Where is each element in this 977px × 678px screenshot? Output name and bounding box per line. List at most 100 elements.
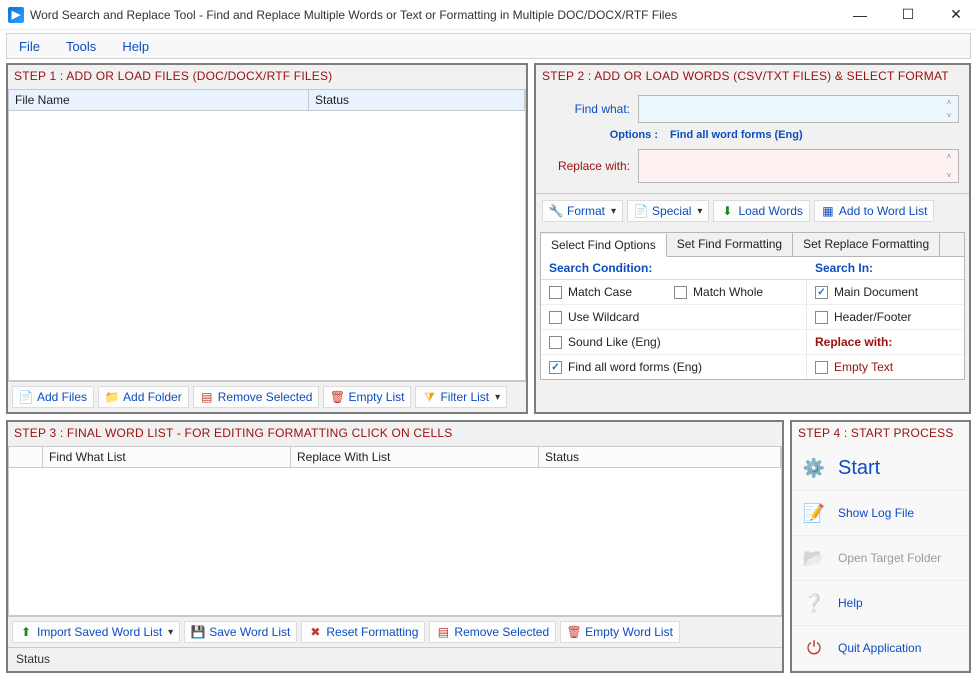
step2-title: STEP 2 : ADD OR LOAD WORDS (CSV/TXT FILE… bbox=[536, 65, 969, 89]
use-wildcard-checkbox[interactable] bbox=[549, 311, 562, 324]
chevron-down-icon: ▾ bbox=[168, 627, 173, 638]
step3-col-replace[interactable]: Replace With List bbox=[291, 447, 539, 467]
title-bar: ▶ Word Search and Replace Tool - Find an… bbox=[0, 0, 977, 30]
step3-col-status[interactable]: Status bbox=[539, 447, 781, 467]
find-all-word-forms-checkbox[interactable] bbox=[549, 361, 562, 374]
label: Remove Selected bbox=[454, 625, 549, 639]
app-icon: ▶ bbox=[8, 7, 24, 23]
remove-row-icon: ▤ bbox=[436, 625, 450, 639]
minimize-button[interactable]: — bbox=[847, 7, 873, 23]
label: Show Log File bbox=[838, 506, 914, 520]
step1-panel: STEP 1 : ADD OR LOAD FILES (DOC/DOCX/RTF… bbox=[6, 63, 528, 414]
empty-word-list-button[interactable]: 🗑 Empty Word List bbox=[560, 621, 680, 643]
format-button[interactable]: 🔧 Format ▾ bbox=[542, 200, 623, 222]
tab-select-find-options[interactable]: Select Find Options bbox=[541, 234, 667, 257]
label: Match Case bbox=[568, 285, 632, 299]
hdr-search-condition: Search Condition: bbox=[541, 257, 807, 280]
reset-icon: ✖ bbox=[308, 625, 322, 639]
label: Start bbox=[838, 457, 880, 480]
close-button[interactable]: ✕ bbox=[943, 6, 969, 23]
add-to-word-list-button[interactable]: ▦ Add to Word List bbox=[814, 200, 935, 222]
open-target-folder-button[interactable]: 📂 Open Target Folder bbox=[792, 536, 969, 581]
tab-set-find-formatting[interactable]: Set Find Formatting bbox=[667, 233, 793, 256]
step4-panel: STEP 4 : START PROCESS ⚙️ Start 📝 Show L… bbox=[790, 420, 971, 673]
label: Empty Word List bbox=[585, 625, 673, 639]
step3-col-index[interactable] bbox=[9, 447, 43, 467]
label: Main Document bbox=[834, 285, 918, 299]
menu-help[interactable]: Help bbox=[122, 39, 149, 54]
step2-tabs: Select Find Options Set Find Formatting … bbox=[540, 232, 965, 256]
match-case-checkbox[interactable] bbox=[549, 286, 562, 299]
match-whole-checkbox[interactable] bbox=[674, 286, 687, 299]
special-button[interactable]: 📄 Special ▾ bbox=[627, 200, 709, 222]
save-word-list-button[interactable]: 💾 Save Word List bbox=[184, 621, 297, 643]
chevron-down-icon: ▾ bbox=[697, 206, 702, 217]
menu-file[interactable]: File bbox=[19, 39, 40, 54]
folder-open-icon: 📂 bbox=[802, 546, 826, 570]
gear-icon: ⚙️ bbox=[802, 456, 826, 480]
chevron-down-icon: ▾ bbox=[611, 206, 616, 217]
start-button[interactable]: ⚙️ Start bbox=[792, 446, 969, 491]
document-add-icon: 📄 bbox=[19, 390, 33, 404]
label: Remove Selected bbox=[218, 390, 313, 404]
step3-table-body[interactable] bbox=[8, 468, 782, 616]
replace-with-input[interactable]: ˄˅ bbox=[638, 149, 959, 183]
empty-text-checkbox[interactable] bbox=[815, 361, 828, 374]
add-files-button[interactable]: 📄 Add Files bbox=[12, 386, 94, 408]
label: Header/Footer bbox=[834, 310, 911, 324]
spinner-icon[interactable]: ˄˅ bbox=[942, 98, 956, 120]
log-icon: 📝 bbox=[802, 501, 826, 525]
step3-col-find[interactable]: Find What List bbox=[43, 447, 291, 467]
load-words-button[interactable]: ⬇ Load Words bbox=[713, 200, 809, 222]
import-icon: ⬆ bbox=[19, 625, 33, 639]
sound-like-checkbox[interactable] bbox=[549, 336, 562, 349]
step4-title: STEP 4 : START PROCESS bbox=[792, 422, 969, 446]
format-icon: 🔧 bbox=[549, 204, 563, 218]
help-icon: ❔ bbox=[802, 591, 826, 615]
label: Sound Like (Eng) bbox=[568, 335, 661, 349]
quit-application-button[interactable]: ⏻ Quit Application bbox=[792, 626, 969, 671]
import-saved-word-list-button[interactable]: ⬆ Import Saved Word List ▾ bbox=[12, 621, 180, 643]
menu-tools[interactable]: Tools bbox=[66, 39, 96, 54]
folder-icon: 📁 bbox=[105, 390, 119, 404]
label: Help bbox=[838, 596, 863, 610]
main-document-checkbox[interactable] bbox=[815, 286, 828, 299]
add-folder-button[interactable]: 📁 Add Folder bbox=[98, 386, 189, 408]
step2-toolbar: 🔧 Format ▾ 📄 Special ▾ ⬇ Load Words ▦ Ad… bbox=[536, 193, 969, 228]
maximize-button[interactable]: ☐ bbox=[895, 6, 921, 23]
options-value: Find all word forms (Eng) bbox=[670, 129, 803, 141]
hdr-replace-with: Replace with: bbox=[815, 335, 892, 349]
tab-set-replace-formatting[interactable]: Set Replace Formatting bbox=[793, 233, 940, 256]
find-options-table: Search Condition: Search In: Match Case … bbox=[540, 256, 965, 380]
trash-icon: 🗑 bbox=[567, 625, 581, 639]
label: Match Whole bbox=[693, 285, 763, 299]
remove-selected-button[interactable]: ▤ Remove Selected bbox=[193, 386, 320, 408]
label: Add Files bbox=[37, 390, 87, 404]
window-title: Word Search and Replace Tool - Find and … bbox=[30, 8, 847, 22]
filter-list-button[interactable]: ⧩ Filter List ▾ bbox=[415, 386, 507, 408]
menu-bar: File Tools Help bbox=[6, 33, 971, 59]
step1-col-status[interactable]: Status bbox=[309, 90, 525, 110]
reset-formatting-button[interactable]: ✖ Reset Formatting bbox=[301, 621, 425, 643]
label: Add to Word List bbox=[839, 204, 928, 218]
exit-icon: ⏻ bbox=[802, 636, 826, 660]
download-icon: ⬇ bbox=[720, 204, 734, 218]
remove-selected-button-step3[interactable]: ▤ Remove Selected bbox=[429, 621, 556, 643]
table-add-icon: ▦ bbox=[821, 204, 835, 218]
show-log-file-button[interactable]: 📝 Show Log File bbox=[792, 491, 969, 536]
step1-table-header: File Name Status bbox=[8, 89, 526, 111]
step3-title: STEP 3 : FINAL WORD LIST - FOR EDITING F… bbox=[8, 422, 782, 446]
step1-col-filename[interactable]: File Name bbox=[9, 90, 309, 110]
spinner-icon[interactable]: ˄˅ bbox=[942, 152, 956, 180]
step2-panel: STEP 2 : ADD OR LOAD WORDS (CSV/TXT FILE… bbox=[534, 63, 971, 414]
label: Find all word forms (Eng) bbox=[568, 360, 702, 374]
step3-toolbar: ⬆ Import Saved Word List ▾ 💾 Save Word L… bbox=[8, 616, 782, 647]
trash-icon: 🗑 bbox=[330, 390, 344, 404]
step1-table-body[interactable] bbox=[8, 111, 526, 381]
header-footer-checkbox[interactable] bbox=[815, 311, 828, 324]
empty-list-button[interactable]: 🗑 Empty List bbox=[323, 386, 411, 408]
save-icon: 💾 bbox=[191, 625, 205, 639]
help-button[interactable]: ❔ Help bbox=[792, 581, 969, 626]
funnel-icon: ⧩ bbox=[422, 390, 436, 404]
find-what-input[interactable]: ˄˅ bbox=[638, 95, 959, 123]
